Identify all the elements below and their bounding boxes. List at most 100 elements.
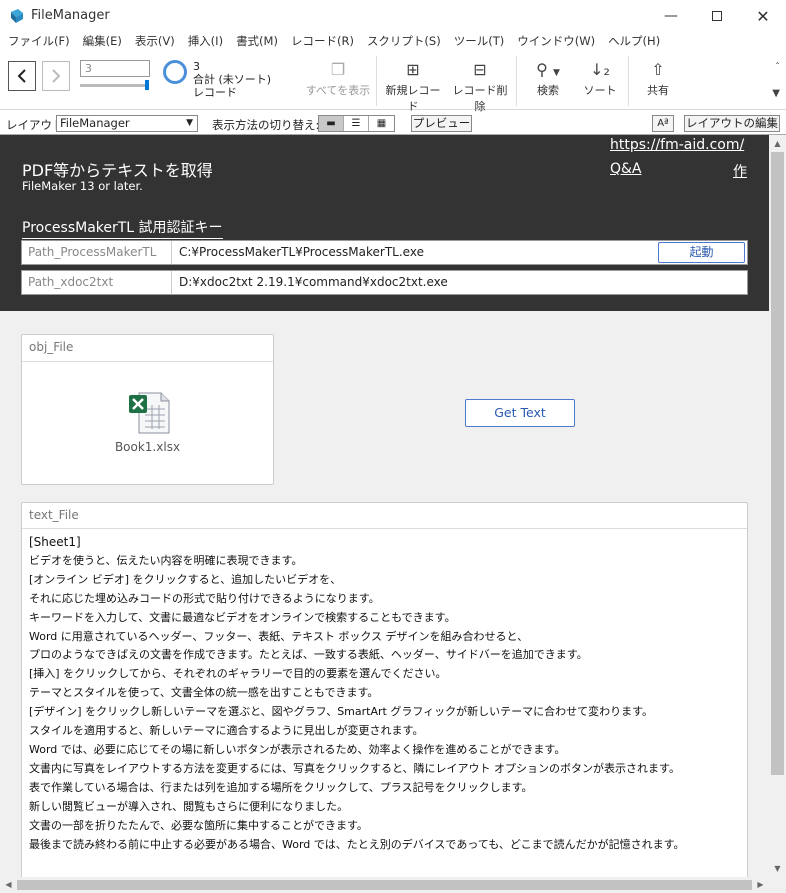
form-view-button[interactable]: ▬ bbox=[319, 116, 344, 131]
path-processmakertl-field: Path_ProcessMakerTL C:¥ProcessMakerTL¥Pr… bbox=[21, 240, 748, 265]
scroll-right-icon[interactable]: ▶ bbox=[752, 877, 769, 893]
launch-button[interactable]: 起動 bbox=[658, 242, 745, 263]
text-line: 文書内に写真をレイアウトする方法を変更するには、写真をクリックすると、隣にレイア… bbox=[29, 761, 680, 775]
toolbar-divider bbox=[628, 56, 629, 106]
plus-box-icon: ⊞ bbox=[406, 60, 420, 79]
show-all-button[interactable]: ❐ すべてを表示 bbox=[303, 60, 373, 98]
record-slider-thumb[interactable] bbox=[145, 80, 149, 90]
layout-select[interactable]: FileManager ▼ bbox=[56, 115, 198, 132]
scroll-up-icon[interactable]: ▲ bbox=[769, 135, 786, 152]
obj-file-container[interactable]: obj_File Book1.xlsx bbox=[21, 334, 274, 485]
layout-select-value: FileManager bbox=[60, 116, 130, 130]
share-label: 共有 bbox=[647, 84, 669, 97]
author-link[interactable]: 作 bbox=[733, 161, 747, 181]
collapse-toolbar-icon[interactable]: ˆ bbox=[775, 62, 780, 73]
search-label: 検索 bbox=[537, 84, 559, 97]
menu-insert[interactable]: 挿入(I) bbox=[188, 32, 223, 52]
header-band: PDF等からテキストを取得 FileMaker 13 or later. htt… bbox=[0, 135, 769, 311]
search-button[interactable]: ⚲ ▼ 検索 bbox=[522, 60, 574, 98]
menu-file[interactable]: ファイル(F) bbox=[8, 32, 70, 52]
site-link[interactable]: https://fm-aid.com/ bbox=[610, 137, 744, 153]
record-count: 3 bbox=[193, 60, 200, 73]
divider bbox=[22, 361, 273, 362]
menu-view[interactable]: 表示(V) bbox=[135, 32, 175, 52]
path-processmakertl-value[interactable]: C:¥ProcessMakerTL¥ProcessMakerTL.exe bbox=[179, 241, 424, 263]
sort-button[interactable]: ↓₂ ソート bbox=[580, 60, 620, 98]
maximize-button[interactable] bbox=[694, 0, 740, 32]
delete-record-label: レコード削除 bbox=[452, 84, 508, 113]
preview-button[interactable]: プレビュー bbox=[411, 115, 472, 132]
license-key-label[interactable]: ProcessMakerTL 試用認証キー bbox=[22, 217, 223, 239]
qa-link[interactable]: Q&A bbox=[610, 161, 642, 177]
previous-record-button[interactable] bbox=[8, 61, 36, 91]
window-title: FileManager bbox=[31, 8, 110, 23]
table-view-button[interactable]: ▦ bbox=[369, 116, 394, 131]
list-view-icon: ☰ bbox=[351, 118, 361, 129]
text-line: 新しい閲覧ビューが導入され、閲覧もさらに便利になりました。 bbox=[29, 799, 349, 813]
horizontal-scrollbar[interactable]: ◀ ▶ bbox=[0, 877, 786, 893]
scroll-left-icon[interactable]: ◀ bbox=[0, 877, 17, 893]
scroll-down-icon[interactable]: ▼ bbox=[769, 860, 786, 877]
menu-tools[interactable]: ツール(T) bbox=[454, 32, 505, 52]
title-bar: FileManager — ✕ bbox=[0, 0, 786, 32]
text-file-content[interactable]: [Sheet1] ビデオを使うと、伝えたい内容を明確に表現できます。 [オンライ… bbox=[29, 533, 744, 854]
menu-window[interactable]: ウインドウ(W) bbox=[517, 32, 595, 52]
toolbar-divider bbox=[516, 56, 517, 106]
delete-record-button[interactable]: ⊟ レコード削除 bbox=[449, 60, 511, 114]
text-line: プロのようなできばえの文書を作成できます。たとえば、一致する表紙、ヘッダー、サイ… bbox=[29, 648, 588, 662]
text-line: [デザイン] をクリックし新しいテーマを選ぶと、図やグラフ、SmartArt グ… bbox=[29, 705, 654, 719]
minus-box-icon: ⊟ bbox=[473, 60, 487, 79]
menu-records[interactable]: レコード(R) bbox=[291, 32, 354, 52]
path-xdoc2txt-field: Path_xdoc2txt D:¥xdoc2txt 2.19.1¥command… bbox=[21, 270, 748, 295]
customize-toolbar-icon[interactable]: ▼ bbox=[772, 88, 780, 99]
search-icon: ⚲ ▼ bbox=[536, 60, 560, 79]
text-line: テーマとスタイルを使って、文書全体の統一感を出すこともできます。 bbox=[29, 686, 379, 700]
page-subtitle: FileMaker 13 or later. bbox=[22, 179, 143, 193]
maximize-icon bbox=[712, 11, 722, 21]
text-line: キーワードを入力して、文書に最適なビデオをオンラインで検索することもできます。 bbox=[29, 610, 456, 624]
text-line: 最後まで読み終わる前に中止する必要がある場合、Word では、たとえ別のデバイス… bbox=[29, 837, 685, 851]
edit-layout-button[interactable]: レイアウトの編集 bbox=[684, 115, 780, 132]
menu-format[interactable]: 書式(M) bbox=[236, 32, 278, 52]
text-line: スタイルを適用すると、新しいテーマに適合するように見出しが変更されます。 bbox=[29, 724, 424, 738]
text-line: [挿入] をクリックしてから、それぞれのギャラリーで目的の要素を選んでください。 bbox=[29, 667, 447, 681]
get-text-button[interactable]: Get Text bbox=[465, 399, 575, 427]
found-set-pie-icon bbox=[163, 60, 187, 84]
chevron-right-icon bbox=[52, 69, 61, 83]
sort-icon: ↓₂ bbox=[590, 60, 610, 79]
obj-file-label: obj_File bbox=[29, 340, 74, 354]
formatting-bar-button[interactable]: Aª bbox=[652, 115, 674, 132]
list-view-button[interactable]: ☰ bbox=[344, 116, 369, 131]
text-line: [オンライン ビデオ] をクリックすると、追加したいビデオを、 bbox=[29, 572, 342, 586]
text-file-field[interactable]: text_File [Sheet1] ビデオを使うと、伝えたい内容を明確に表現で… bbox=[21, 502, 748, 877]
close-button[interactable]: ✕ bbox=[740, 0, 786, 32]
share-icon: ⇧ bbox=[651, 60, 665, 79]
layout-content: PDF等からテキストを取得 FileMaker 13 or later. htt… bbox=[0, 135, 769, 877]
record-slider[interactable] bbox=[80, 84, 148, 87]
horizontal-scroll-thumb[interactable] bbox=[17, 880, 752, 890]
toolbar-divider bbox=[376, 56, 377, 106]
record-unit: レコード bbox=[193, 86, 237, 99]
path-xdoc2txt-value[interactable]: D:¥xdoc2txt 2.19.1¥command¥xdoc2txt.exe bbox=[179, 271, 448, 293]
share-button[interactable]: ⇧ 共有 bbox=[638, 60, 678, 98]
vertical-scrollbar[interactable]: ▲ ▼ bbox=[769, 135, 786, 877]
new-record-button[interactable]: ⊞ 新規レコード bbox=[382, 60, 444, 114]
path-xdoc2txt-label: Path_xdoc2txt bbox=[22, 271, 172, 294]
vertical-scroll-thumb[interactable] bbox=[771, 152, 784, 775]
current-record-input[interactable]: 3 bbox=[80, 60, 150, 77]
table-view-icon: ▦ bbox=[376, 118, 387, 129]
menu-edit[interactable]: 編集(E) bbox=[83, 32, 122, 52]
form-view-icon: ▬ bbox=[326, 118, 336, 129]
text-file-label: text_File bbox=[29, 508, 79, 522]
show-all-icon: ❐ bbox=[330, 60, 346, 79]
view-as-buttons: ▬ ☰ ▦ bbox=[318, 115, 395, 132]
next-record-button[interactable] bbox=[42, 61, 70, 91]
chevron-left-icon bbox=[17, 69, 26, 83]
filemaker-app-icon bbox=[11, 9, 23, 23]
new-record-label: 新規レコード bbox=[385, 84, 441, 113]
text-line: ビデオを使うと、伝えたい内容を明確に表現できます。 bbox=[29, 553, 303, 567]
minimize-button[interactable]: — bbox=[648, 0, 694, 32]
menu-help[interactable]: ヘルプ(H) bbox=[608, 32, 660, 52]
menu-scripts[interactable]: スクリプト(S) bbox=[367, 32, 441, 52]
view-as-label: 表示方法の切り替え: bbox=[212, 118, 320, 132]
